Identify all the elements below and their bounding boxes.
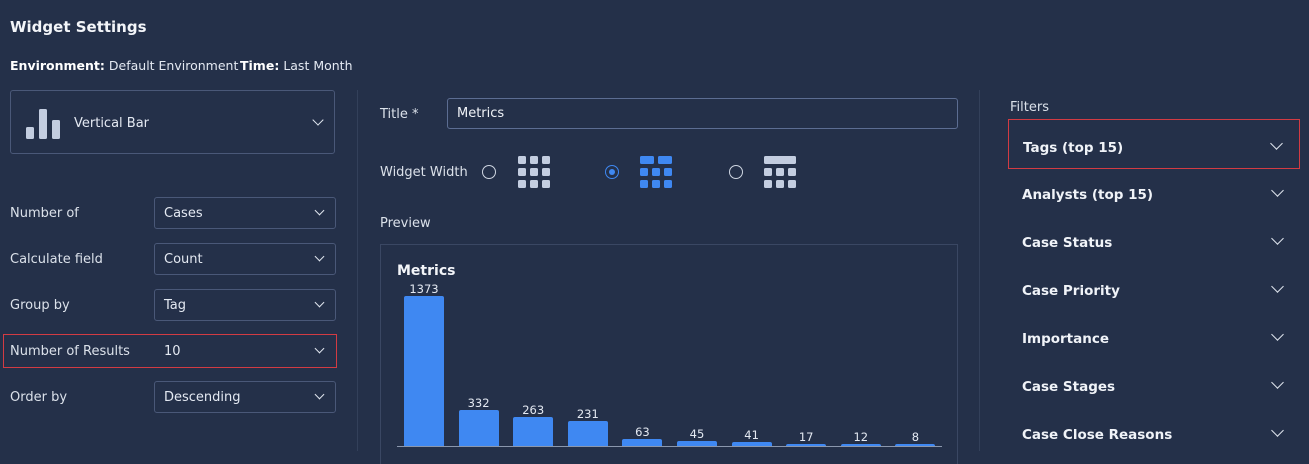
filter-case-stages[interactable]: Case Stages <box>1008 359 1300 409</box>
filter-case-priority[interactable]: Case Priority <box>1008 263 1300 313</box>
chevron-down-icon <box>1271 232 1284 245</box>
grid-large-icon[interactable] <box>764 156 796 188</box>
width-small-radio[interactable] <box>482 165 496 179</box>
calculate-field-label: Calculate field <box>10 252 103 267</box>
filter-case-status[interactable]: Case Status <box>1008 215 1300 265</box>
number-of-label: Number of <box>10 206 79 221</box>
chevron-down-icon <box>314 389 325 400</box>
environment-label: Environment: <box>10 58 105 73</box>
calculate-field-select[interactable]: Count <box>154 243 336 275</box>
filter-case-stages-label: Case Stages <box>1022 379 1116 395</box>
order-by-value: Descending <box>164 390 241 405</box>
chevron-down-icon <box>314 205 325 216</box>
order-by-select[interactable]: Descending <box>154 381 336 413</box>
vertical-bar-chart-icon <box>26 109 60 139</box>
time-label: Time: <box>240 58 280 73</box>
chart-bar[interactable] <box>567 420 608 446</box>
filter-tags[interactable]: Tags (top 15) <box>1008 119 1300 169</box>
number-of-value: Cases <box>164 206 203 221</box>
calculate-field-value: Count <box>164 252 203 267</box>
filter-case-close-reasons[interactable]: Case Close Reasons <box>1008 407 1300 457</box>
chart-baseline <box>397 446 942 447</box>
number-of-results-select[interactable]: 10 <box>154 335 336 367</box>
chevron-down-icon <box>1271 328 1284 341</box>
time-info: Time: Last Month <box>240 58 353 73</box>
chevron-down-icon <box>1271 376 1284 389</box>
bar-value-label: 17 <box>798 430 814 444</box>
filter-case-status-label: Case Status <box>1022 235 1113 251</box>
bar-value-label: 41 <box>744 427 759 442</box>
bar-value-label: 12 <box>853 430 869 444</box>
bar-value-label: 332 <box>467 395 490 410</box>
group-by-label: Group by <box>10 298 70 313</box>
group-by-select[interactable]: Tag <box>154 289 336 321</box>
chevron-down-icon <box>1271 424 1284 437</box>
bar-value-label: 63 <box>635 425 650 440</box>
grid-small-icon[interactable] <box>518 156 550 188</box>
filter-analysts[interactable]: Analysts (top 15) <box>1008 167 1300 217</box>
number-of-results-value: 10 <box>164 344 181 359</box>
filter-analysts-label: Analysts (top 15) <box>1022 187 1154 203</box>
title-field[interactable] <box>447 98 958 129</box>
column-divider <box>979 90 980 451</box>
chart-bar[interactable] <box>513 417 554 446</box>
bar-value-label: 8 <box>911 430 920 444</box>
preview-label: Preview <box>380 216 431 231</box>
title-label: Title * <box>380 107 419 122</box>
chevron-down-icon <box>1271 184 1284 197</box>
filters-label: Filters <box>1010 100 1049 115</box>
filter-importance-label: Importance <box>1022 331 1110 347</box>
filter-case-close-reasons-label: Case Close Reasons <box>1022 427 1173 443</box>
chart-type-select[interactable]: Vertical Bar <box>10 90 335 154</box>
order-by-label: Order by <box>10 390 68 405</box>
filter-case-priority-label: Case Priority <box>1022 283 1120 299</box>
chart-title: Metrics <box>397 263 456 279</box>
widget-width-label: Widget Width <box>380 165 468 180</box>
page-title: Widget Settings <box>10 18 147 36</box>
bar-value-label: 45 <box>689 427 705 442</box>
chevron-down-icon <box>314 297 325 308</box>
bar-value-label: 263 <box>522 403 545 418</box>
chevron-down-icon <box>1270 137 1283 150</box>
chevron-down-icon <box>1271 280 1284 293</box>
number-of-select[interactable]: Cases <box>154 197 336 229</box>
group-by-value: Tag <box>164 298 187 313</box>
chevron-down-icon <box>314 343 325 354</box>
environment-info: Environment: Default Environment <box>10 58 238 73</box>
bar-value-label: 231 <box>576 406 599 421</box>
time-value: Last Month <box>283 58 353 73</box>
bar-value-label: 1373 <box>409 282 439 296</box>
width-large-radio[interactable] <box>729 165 743 179</box>
title-input[interactable] <box>448 99 957 128</box>
chart-type-label: Vertical Bar <box>74 116 150 131</box>
filter-importance[interactable]: Importance <box>1008 311 1300 361</box>
chevron-down-icon <box>314 251 325 262</box>
number-of-results-label: Number of Results <box>10 344 130 359</box>
grid-medium-icon[interactable] <box>640 156 672 188</box>
chart-bar[interactable] <box>622 439 663 446</box>
environment-value: Default Environment <box>108 58 239 73</box>
width-medium-radio[interactable] <box>605 165 619 179</box>
chart-bar[interactable] <box>404 296 444 446</box>
filter-tags-label: Tags (top 15) <box>1023 140 1124 156</box>
column-divider <box>357 90 358 451</box>
chart-bar[interactable] <box>458 409 499 446</box>
chevron-down-icon <box>312 114 324 126</box>
